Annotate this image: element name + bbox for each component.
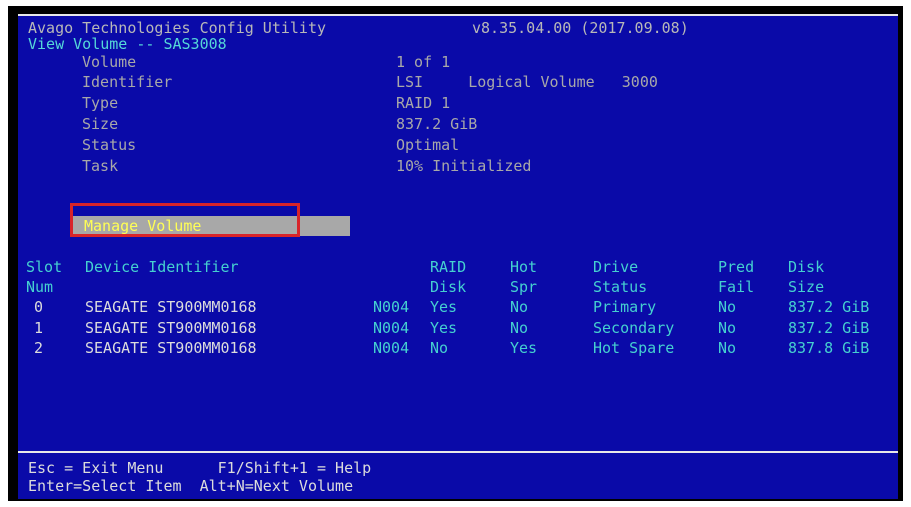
col-header-size: Size: [788, 278, 825, 296]
row-drive: Hot Spare: [593, 339, 675, 357]
row-size: 837.2 GiB: [788, 298, 870, 316]
app-version: v8.35.04.00 (2017.09.08): [472, 19, 689, 37]
label-status: Status: [82, 136, 137, 154]
row-slot: 2: [34, 339, 44, 357]
col-header-pred: Pred: [718, 258, 755, 276]
label-type: Type: [82, 94, 119, 112]
value-size: 837.2 GiB: [396, 115, 478, 133]
row-slot: 0: [34, 298, 44, 316]
col-header-hot: Hot: [510, 258, 538, 276]
label-size: Size: [82, 115, 119, 133]
row-rev: N004: [373, 298, 410, 316]
value-type: RAID 1: [396, 94, 451, 112]
value-volume: 1 of 1: [396, 53, 451, 71]
col-header-status: Status: [593, 278, 648, 296]
row-raid: Yes: [430, 319, 458, 337]
col-header-drive: Drive: [593, 258, 639, 276]
value-task: 10% Initialized: [396, 157, 532, 175]
highlight-annotation: [70, 203, 300, 237]
value-identifier: LSI Logical Volume 3000: [396, 73, 658, 91]
row-rev: N004: [373, 339, 410, 357]
row-pred: No: [718, 319, 737, 337]
col-header-raid-disk: Disk: [430, 278, 467, 296]
label-identifier: Identifier: [82, 73, 173, 91]
col-header-slot: Slot: [26, 258, 63, 276]
bios-screen: Avago Technologies Config Utility v8.35.…: [18, 14, 898, 499]
row-pred: No: [718, 339, 737, 357]
row-hot: Yes: [510, 339, 538, 357]
row-device: SEAGATE ST900MM0168: [85, 298, 257, 316]
row-rev: N004: [373, 319, 410, 337]
row-hot: No: [510, 298, 529, 316]
row-raid: No: [430, 339, 449, 357]
col-header-disk: Disk: [788, 258, 825, 276]
label-task: Task: [82, 157, 119, 175]
row-drive: Secondary: [593, 319, 675, 337]
footer-help-line-2: Enter=Select Item Alt+N=Next Volume: [28, 477, 354, 495]
row-drive: Primary: [593, 298, 657, 316]
col-header-device: Device Identifier: [85, 258, 239, 276]
row-raid: Yes: [430, 298, 458, 316]
top-separator: [18, 14, 898, 16]
row-device: SEAGATE ST900MM0168: [85, 339, 257, 357]
col-header-spr: Spr: [510, 278, 538, 296]
label-volume: Volume: [82, 53, 137, 71]
value-status: Optimal: [396, 136, 460, 154]
col-header-raid: RAID: [430, 258, 467, 276]
col-header-num: Num: [26, 278, 54, 296]
row-slot: 1: [34, 319, 44, 337]
row-pred: No: [718, 298, 737, 316]
row-hot: No: [510, 319, 529, 337]
col-header-fail: Fail: [718, 278, 755, 296]
bottom-separator: [18, 451, 898, 453]
screen-subtitle: View Volume -- SAS3008: [28, 35, 227, 53]
footer-help-line-1: Esc = Exit Menu F1/Shift+1 = Help: [28, 459, 372, 477]
row-size: 837.2 GiB: [788, 319, 870, 337]
row-size: 837.8 GiB: [788, 339, 870, 357]
row-device: SEAGATE ST900MM0168: [85, 319, 257, 337]
